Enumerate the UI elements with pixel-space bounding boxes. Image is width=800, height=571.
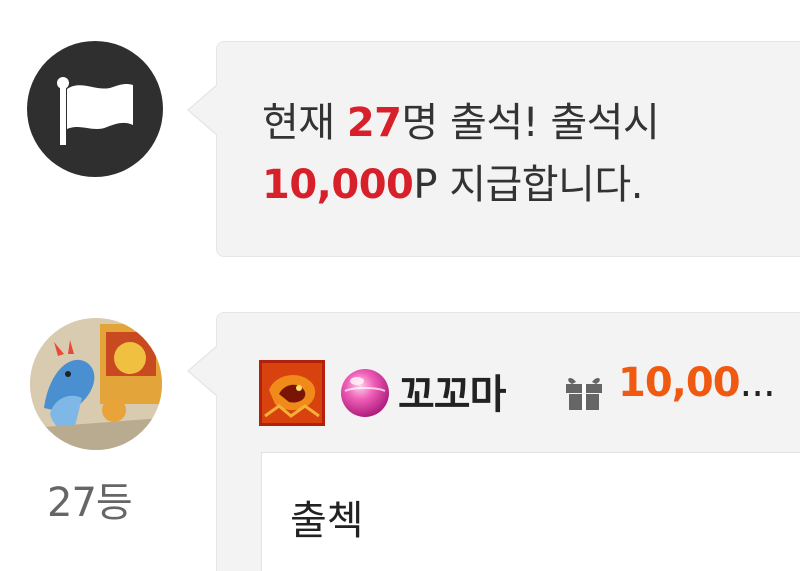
notice-bubble-tail xyxy=(187,84,218,136)
notice-prefix: 현재 xyxy=(262,100,347,146)
notice-line-1: 현재 27명 출석! 출석시 xyxy=(262,92,660,154)
reward-amount: 10,000 xyxy=(262,162,414,208)
gem-icon xyxy=(337,365,393,421)
points-amount: 10,00 xyxy=(618,360,741,406)
level-badge-icon xyxy=(259,360,325,426)
notice-line-2: 10,000P 지급합니다. xyxy=(262,154,659,216)
rank-label: 27등 xyxy=(47,480,133,526)
gift-icon xyxy=(562,372,606,412)
avatar[interactable] xyxy=(30,318,162,450)
points-ellipsis: ... xyxy=(739,360,776,406)
flag-icon xyxy=(27,41,163,177)
attendance-notice: 현재 27명 출석! 출석시 10,000P 지급합니다. xyxy=(262,92,660,216)
comment-text: 출첵 xyxy=(290,498,364,544)
points-value: 10,00... xyxy=(618,360,776,406)
attendance-count: 27 xyxy=(346,100,402,146)
comment-bubble-tail xyxy=(187,345,218,397)
attendance-page: 현재 27명 출석! 출석시 10,000P 지급합니다. 27등 꼬꼬마 10… xyxy=(0,0,800,571)
reward-suffix: P 지급합니다. xyxy=(413,162,643,208)
notice-suffix: 명 출석! 출석시 xyxy=(401,100,660,146)
nickname[interactable]: 꼬꼬마 xyxy=(398,362,506,420)
